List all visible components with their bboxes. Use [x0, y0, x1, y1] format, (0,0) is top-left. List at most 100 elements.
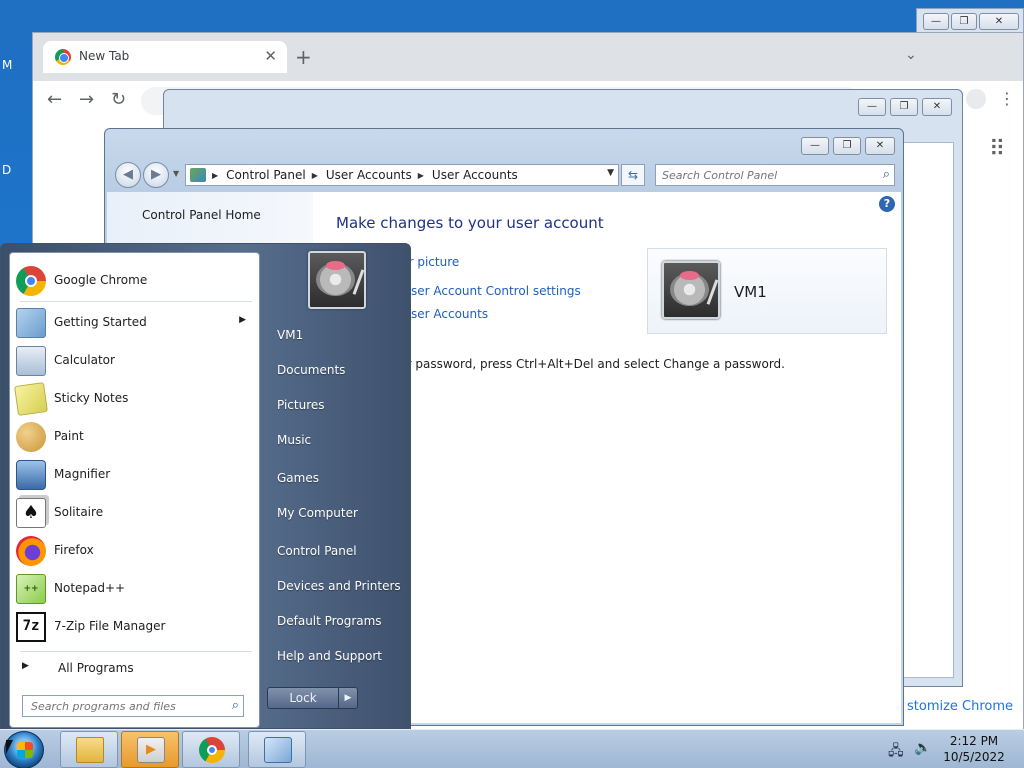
start-item-user[interactable]: VM1	[269, 323, 405, 347]
manage-accounts-link[interactable]: ser Accounts	[411, 307, 488, 321]
start-menu: Google Chrome Getting Started ▶ Calculat…	[0, 243, 411, 729]
divider	[20, 651, 252, 652]
program-sticky-notes[interactable]: Sticky Notes	[12, 380, 258, 416]
shutdown-options-icon[interactable]: ▶	[338, 687, 358, 709]
breadcrumb-user-accounts-current[interactable]: User Accounts	[432, 168, 518, 182]
start-item-my-computer[interactable]: My Computer	[269, 501, 405, 525]
close-button[interactable]: ✕	[865, 137, 895, 155]
clock-time: 2:12 PM	[949, 734, 999, 748]
maximize-button[interactable]: ❐	[951, 13, 977, 30]
uac-settings-link[interactable]: ser Account Control settings	[411, 284, 581, 298]
chrome-icon	[55, 49, 71, 65]
maximize-button[interactable]: ❐	[890, 98, 918, 116]
all-programs-button[interactable]: ▶ All Programs	[18, 657, 254, 679]
control-panel-home-link[interactable]: Control Panel Home	[142, 208, 261, 222]
divider	[20, 301, 252, 302]
program-paint[interactable]: Paint	[12, 418, 258, 454]
recent-pages-icon[interactable]: ▼	[173, 169, 179, 178]
clock-date: 10/5/2022	[943, 750, 1005, 764]
nav-buttons: ◀ ▶ ▼	[113, 162, 185, 190]
start-item-documents[interactable]: Documents	[269, 358, 405, 382]
start-item-music[interactable]: Music	[269, 428, 405, 452]
start-search-box[interactable]: ⌕	[22, 695, 244, 717]
minimize-button[interactable]: —	[858, 98, 886, 116]
start-item-control-panel[interactable]: Control Panel	[269, 539, 405, 563]
program-firefox[interactable]: Firefox	[12, 532, 258, 568]
help-icon[interactable]: ?	[879, 196, 895, 212]
taskbar-explorer-button[interactable]	[60, 731, 118, 768]
search-icon[interactable]: ⌕	[883, 167, 890, 182]
user-avatar[interactable]	[308, 251, 366, 309]
tab-close-icon[interactable]: ✕	[264, 47, 277, 65]
media-player-icon	[137, 737, 165, 763]
taskbar-media-player-button[interactable]	[121, 731, 179, 768]
password-note: ur password, press Ctrl+Alt+Del and sele…	[399, 357, 785, 371]
program-solitaire[interactable]: ♠ Solitaire	[12, 494, 258, 530]
program-calculator[interactable]: Calculator	[12, 342, 258, 378]
start-item-default-programs[interactable]: Default Programs	[269, 609, 405, 633]
taskbar-chrome-button[interactable]	[182, 731, 240, 768]
start-item-pictures[interactable]: Pictures	[269, 393, 405, 417]
back-icon[interactable]: ←	[47, 89, 62, 110]
breadcrumb-user-accounts[interactable]: User Accounts	[326, 168, 412, 182]
forward-icon[interactable]: ▶	[143, 162, 169, 188]
breadcrumb-arrow-icon[interactable]: ▶	[418, 171, 424, 180]
profile-avatar-icon[interactable]	[966, 89, 986, 109]
start-item-devices-printers[interactable]: Devices and Printers	[269, 574, 405, 598]
search-icon[interactable]: ⌕	[232, 698, 239, 713]
breadcrumb-arrow-icon[interactable]: ▶	[312, 171, 318, 180]
close-button[interactable]: ✕	[979, 13, 1019, 30]
network-icon[interactable]: 🖧	[888, 740, 904, 764]
program-label: Notepad++	[54, 581, 126, 595]
search-input[interactable]	[656, 165, 866, 185]
refresh-icon[interactable]: ⇆	[621, 164, 645, 186]
breadcrumb-control-panel[interactable]: Control Panel	[226, 168, 306, 182]
taskbar-control-panel-button[interactable]	[248, 731, 306, 768]
program-7zip[interactable]: 7z 7-Zip File Manager	[12, 608, 258, 644]
program-notepad-plus-plus[interactable]: ++ Notepad++	[12, 570, 258, 606]
clock[interactable]: 2:12 PM 10/5/2022	[942, 733, 1006, 765]
chrome-menu-icon[interactable]: ⋮	[999, 89, 1015, 108]
mouse-cursor-icon	[6, 740, 13, 754]
new-tab-button[interactable]: +	[295, 45, 312, 69]
control-panel-icon	[264, 737, 292, 763]
start-item-games[interactable]: Games	[269, 466, 405, 490]
tab-search-icon[interactable]: ⌄	[905, 47, 917, 63]
start-item-help-support[interactable]: Help and Support	[269, 644, 405, 668]
program-label: 7-Zip File Manager	[54, 619, 166, 633]
program-google-chrome[interactable]: Google Chrome	[12, 262, 258, 298]
address-dropdown-icon[interactable]: ▼	[607, 168, 614, 178]
search-box[interactable]: ⌕	[655, 164, 895, 186]
volume-icon[interactable]: 🔈	[914, 740, 931, 756]
submenu-arrow-icon[interactable]: ▶	[239, 315, 246, 325]
maximize-button[interactable]: ❐	[833, 137, 861, 155]
solitaire-icon: ♠	[16, 498, 46, 528]
back-icon[interactable]: ◀	[115, 162, 141, 188]
tab-new-tab[interactable]: New Tab ✕	[43, 41, 287, 73]
lock-button[interactable]: Lock	[267, 687, 339, 709]
forward-icon[interactable]: →	[79, 89, 94, 110]
close-button[interactable]: ✕	[922, 98, 952, 116]
breadcrumb-arrow-icon[interactable]: ▶	[212, 171, 218, 180]
google-apps-icon[interactable]: ⠿	[989, 137, 1005, 162]
start-search-input[interactable]	[23, 696, 218, 716]
minimize-button[interactable]: —	[923, 13, 949, 30]
program-label: Google Chrome	[54, 273, 148, 287]
user-avatar	[662, 261, 720, 319]
taskbar: 🖧 🔈 2:12 PM 10/5/2022	[0, 729, 1024, 768]
firefox-icon	[16, 536, 46, 566]
getting-started-icon	[16, 308, 46, 338]
user-name: VM1	[734, 283, 767, 301]
program-magnifier[interactable]: Magnifier	[12, 456, 258, 492]
chrome-icon	[199, 737, 225, 763]
sticky-notes-icon	[14, 382, 48, 416]
reload-icon[interactable]: ↻	[111, 89, 126, 110]
desktop-icon-label: D	[2, 163, 12, 177]
address-bar[interactable]: ▶ Control Panel ▶ User Accounts ▶ User A…	[185, 164, 619, 186]
minimize-button[interactable]: —	[801, 137, 829, 155]
program-label: Solitaire	[54, 505, 104, 519]
program-getting-started[interactable]: Getting Started ▶	[12, 304, 258, 340]
chrome-tab-strip: New Tab ✕ + ⌄	[33, 33, 1023, 81]
program-label: Sticky Notes	[54, 391, 129, 405]
customize-chrome-button[interactable]: stomize Chrome	[903, 697, 1014, 716]
